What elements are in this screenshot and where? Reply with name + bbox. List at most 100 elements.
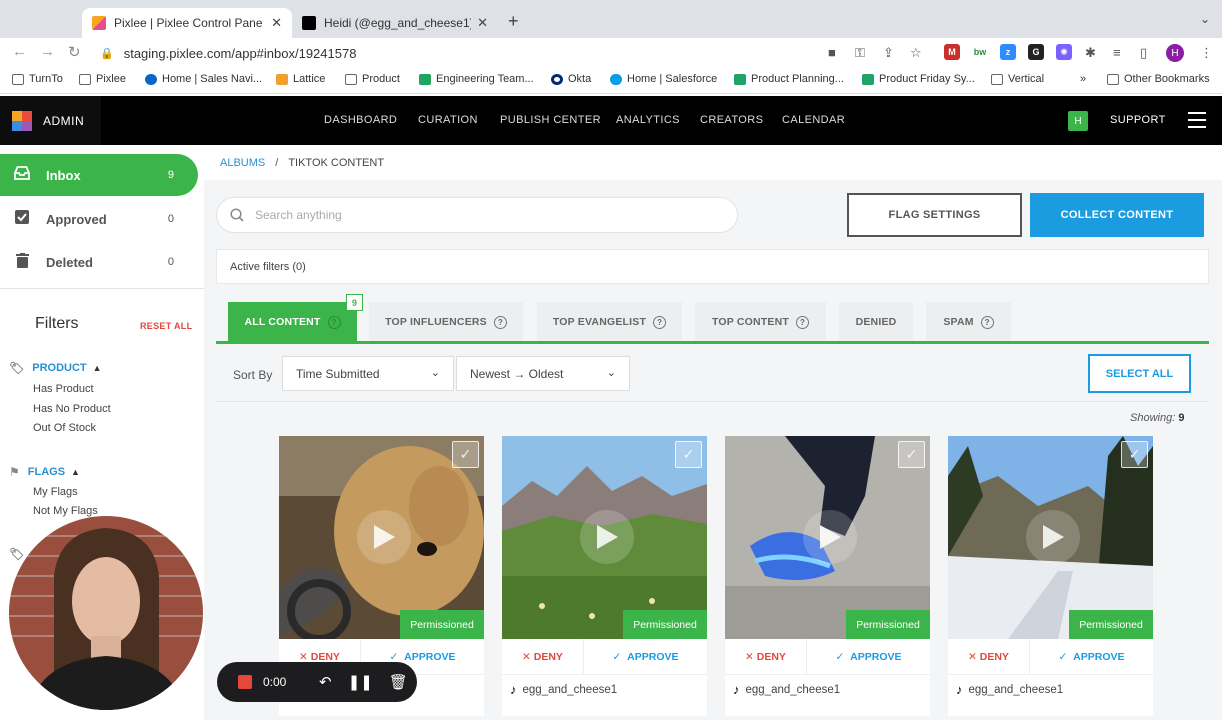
bookmark-vertical[interactable]: Vertical [991, 73, 1044, 85]
sidebar-item-deleted[interactable]: Deleted 0 [0, 241, 198, 283]
pause-icon[interactable]: ❚❚ [348, 673, 373, 691]
approve-button[interactable]: ✓ APPROVE [1030, 639, 1153, 674]
select-checkbox[interactable]: ✓ [1121, 441, 1148, 468]
side-panel-icon[interactable]: ▯ [1140, 45, 1147, 61]
tab-search-chevron-icon[interactable]: ⌄ [1200, 12, 1210, 26]
card-thumbnail[interactable]: ✓ Permissioned [948, 436, 1153, 639]
camera-blocked-icon[interactable]: ■ [828, 45, 836, 60]
search-bar[interactable] [216, 197, 738, 233]
bookmark-sales-navigator[interactable]: Home | Sales Navi... [145, 73, 262, 85]
tab-top-content[interactable]: TOP CONTENT? [695, 302, 826, 342]
webcam-overlay[interactable] [9, 516, 203, 710]
card-thumbnail[interactable]: ✓ Permissioned [502, 436, 707, 639]
browser-tab-tiktok[interactable]: Heidi (@egg_and_cheese1) or ✕ [292, 8, 498, 38]
filter-option-has-no-product[interactable]: Has No Product [33, 403, 111, 415]
bookmark-other[interactable]: Other Bookmarks [1107, 73, 1210, 85]
reset-all-link[interactable]: RESET ALL [140, 321, 192, 331]
breadcrumb-albums[interactable]: ALBUMS [220, 157, 265, 169]
bookmark-product-friday[interactable]: Product Friday Sy... [862, 73, 975, 85]
extension-zoom-icon[interactable]: z [1000, 44, 1016, 60]
admin-brand[interactable]: ADMIN [0, 96, 101, 145]
card-thumbnail[interactable]: ✓ Permissioned [725, 436, 930, 639]
flag-settings-button[interactable]: FLAG SETTINGS [847, 193, 1022, 237]
extensions-puzzle-icon[interactable]: ✱ [1085, 45, 1096, 61]
nav-dashboard[interactable]: DASHBOARD [324, 114, 397, 126]
extension-g-icon[interactable]: G [1028, 44, 1044, 60]
user-badge[interactable]: H [1068, 111, 1088, 131]
select-checkbox[interactable]: ✓ [452, 441, 479, 468]
nav-publish-center[interactable]: PUBLISH CENTER [500, 114, 601, 126]
browser-menu-icon[interactable]: ⋮ [1200, 45, 1213, 61]
select-all-button[interactable]: SELECT ALL [1088, 354, 1191, 393]
content-card[interactable]: ✓ Permissioned ✕ DENY ✓ APPROVE ♪ egg_and… [725, 436, 930, 716]
sort-field-select[interactable]: Time Submitted ⌄ [282, 356, 454, 391]
bookmark-pixlee[interactable]: Pixlee [79, 73, 126, 85]
play-icon[interactable] [803, 510, 857, 564]
nav-calendar[interactable]: CALENDAR [782, 114, 845, 126]
bookmark-lattice[interactable]: Lattice [276, 73, 325, 85]
filter-group-flags[interactable]: ⚑ FLAGS ▲ [9, 465, 80, 479]
undo-icon[interactable]: ↶ [319, 673, 332, 691]
tab-top-evangelist[interactable]: TOP EVANGELIST? [537, 302, 682, 342]
play-icon[interactable] [1026, 510, 1080, 564]
card-username[interactable]: ♪ egg_and_cheese1 [956, 682, 1063, 697]
nav-analytics[interactable]: ANALYTICS [616, 114, 680, 126]
address-bar[interactable]: 🔒 staging.pixlee.com/app#inbox/19241578 [96, 41, 936, 65]
select-checkbox[interactable]: ✓ [675, 441, 702, 468]
tab-all-content[interactable]: ALL CONTENT? [228, 302, 357, 342]
filter-group-product[interactable]: 🏷 PRODUCT ▲ [9, 361, 102, 375]
deny-button[interactable]: ✕ DENY [948, 639, 1030, 674]
tab-denied[interactable]: DENIED [839, 302, 913, 342]
reload-icon[interactable]: ↻ [68, 43, 81, 61]
filter-option-has-product[interactable]: Has Product [33, 383, 94, 395]
select-checkbox[interactable]: ✓ [898, 441, 925, 468]
bookmark-product[interactable]: Product [345, 73, 400, 85]
extension-color-icon[interactable]: ✺ [1056, 44, 1072, 60]
filter-option-not-my-flags[interactable]: Not My Flags [33, 505, 98, 517]
new-tab-icon[interactable]: + [508, 11, 519, 32]
nav-curation[interactable]: CURATION [418, 114, 478, 126]
deny-button[interactable]: ✕ DENY [725, 639, 807, 674]
bookmark-product-planning[interactable]: Product Planning... [734, 73, 844, 85]
content-card[interactable]: ✓ Permissioned ✕ DENY ✓ APPROVE ♪ egg_and… [502, 436, 707, 716]
reading-list-icon[interactable]: ≡ [1113, 45, 1121, 60]
deny-button[interactable]: ✕ DENY [502, 639, 584, 674]
profile-avatar[interactable]: H [1166, 44, 1184, 62]
search-input[interactable] [255, 208, 695, 222]
tab-spam[interactable]: SPAM? [926, 302, 1011, 342]
nav-creators[interactable]: CREATORS [700, 114, 763, 126]
delete-recording-icon[interactable]: 🗑 [389, 673, 408, 691]
extension-gmail-icon[interactable]: M [944, 44, 960, 60]
back-icon[interactable]: ← [12, 43, 27, 60]
content-card[interactable]: ✓ Permissioned ✕ DENY ✓ APPROVE ♪ egg_and… [948, 436, 1153, 716]
bookmarks-overflow[interactable]: » [1080, 73, 1086, 85]
play-icon[interactable] [580, 510, 634, 564]
sidebar-item-inbox[interactable]: Inbox 9 [0, 154, 198, 196]
sort-order-select[interactable]: Newest → Oldest ⌄ [456, 356, 630, 391]
sidebar-item-approved[interactable]: Approved 0 [0, 198, 198, 240]
filter-option-out-of-stock[interactable]: Out Of Stock [33, 422, 96, 434]
bookmark-salesforce[interactable]: Home | Salesforce [610, 73, 717, 85]
key-icon[interactable]: ⚿ [855, 45, 865, 61]
extension-bw-icon[interactable]: bw [972, 44, 988, 60]
browser-tab-pixlee[interactable]: Pixlee | Pixlee Control Pane ✕ [82, 8, 292, 38]
stop-recording-button[interactable] [238, 675, 252, 689]
bookmark-engineering-team[interactable]: Engineering Team... [419, 73, 534, 85]
card-username[interactable]: ♪ egg_and_cheese1 [733, 682, 840, 697]
bookmark-turnto[interactable]: TurnTo [12, 73, 63, 85]
hamburger-menu-icon[interactable] [1188, 112, 1206, 133]
active-filters-bar[interactable]: Active filters (0) [216, 249, 1209, 284]
bookmark-star-icon[interactable]: ☆ [910, 45, 922, 61]
filter-option-my-flags[interactable]: My Flags [33, 486, 78, 498]
close-tab-icon[interactable]: ✕ [477, 15, 488, 31]
tab-top-influencers[interactable]: TOP INFLUENCERS? [369, 302, 523, 342]
play-icon[interactable] [357, 510, 411, 564]
approve-button[interactable]: ✓ APPROVE [807, 639, 930, 674]
approve-button[interactable]: ✓ APPROVE [584, 639, 707, 674]
card-thumbnail[interactable]: ✓ Permissioned [279, 436, 484, 639]
forward-icon[interactable]: → [40, 43, 55, 60]
bookmark-okta[interactable]: Okta [551, 73, 591, 85]
collect-content-button[interactable]: COLLECT CONTENT [1030, 193, 1204, 237]
card-username[interactable]: ♪ egg_and_cheese1 [510, 682, 617, 697]
support-link[interactable]: SUPPORT [1110, 114, 1166, 126]
